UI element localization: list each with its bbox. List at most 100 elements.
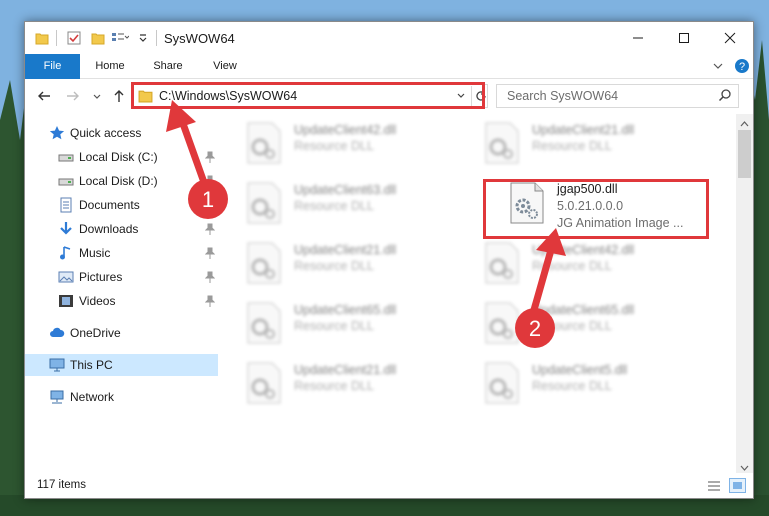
dll-file-icon xyxy=(484,302,520,344)
close-button[interactable] xyxy=(707,22,753,54)
network-icon xyxy=(49,389,65,405)
minimize-button[interactable] xyxy=(615,22,661,54)
computer-icon xyxy=(49,357,65,373)
tab-view[interactable]: View xyxy=(200,54,250,79)
file-name: UpdateClient65.dll xyxy=(294,303,397,317)
file-tile[interactable]: UpdateClient42.dll Resource DLL xyxy=(219,114,449,170)
file-description: Resource DLL xyxy=(532,139,612,153)
drive-icon xyxy=(58,173,74,189)
search-box[interactable]: Search SysWOW64 xyxy=(496,84,739,108)
recent-locations-button[interactable] xyxy=(87,86,107,106)
file-name: UpdateClient21.dll xyxy=(294,363,397,377)
download-icon xyxy=(58,221,74,237)
sidebar-item-onedrive[interactable]: OneDrive xyxy=(25,322,218,344)
expand-ribbon-icon[interactable] xyxy=(712,60,724,75)
customize-toolbar-icon[interactable] xyxy=(138,31,148,48)
sidebar-item-label: Music xyxy=(79,246,111,260)
sidebar-item-quick-access[interactable]: Quick access xyxy=(25,122,218,144)
file-name: UpdateClient65.dll xyxy=(532,303,635,317)
properties-icon[interactable] xyxy=(67,31,81,48)
file-tile[interactable]: UpdateClient5.dll Resource DLL xyxy=(457,354,687,410)
separator xyxy=(156,30,157,46)
pin-icon[interactable] xyxy=(204,295,216,310)
large-icons-view-icon[interactable] xyxy=(729,478,746,493)
search-icon[interactable] xyxy=(718,88,732,105)
dll-file-icon xyxy=(484,242,520,284)
file-tile[interactable]: UpdateClient42.dll Resource DLL xyxy=(457,234,687,290)
dll-file-icon xyxy=(246,302,282,344)
drive-icon xyxy=(58,149,74,165)
file-description: Resource DLL xyxy=(294,319,374,333)
file-description: Resource DLL xyxy=(532,379,612,393)
dll-file-icon xyxy=(246,182,282,224)
maximize-button[interactable] xyxy=(661,22,707,54)
star-icon xyxy=(49,125,65,141)
documents-icon xyxy=(58,197,74,213)
file-description: Resource DLL xyxy=(532,259,612,273)
up-button[interactable] xyxy=(109,86,129,106)
file-name: UpdateClient63.dll xyxy=(294,183,397,197)
file-tile[interactable]: UpdateClient65.dll Resource DLL xyxy=(219,294,449,350)
sidebar-item-videos[interactable]: Videos xyxy=(25,290,218,312)
back-button[interactable] xyxy=(34,86,54,106)
videos-icon xyxy=(58,293,74,309)
file-tile[interactable]: UpdateClient63.dll Resource DLL xyxy=(219,174,449,230)
dll-file-icon xyxy=(246,362,282,404)
sidebar-item-music[interactable]: Music xyxy=(25,242,218,264)
tab-home[interactable]: Home xyxy=(85,54,135,79)
music-icon xyxy=(58,245,74,261)
sidebar-item-network[interactable]: Network xyxy=(25,386,218,408)
sidebar-item-local-disk-d[interactable]: Local Disk (D:) xyxy=(25,170,218,192)
pin-icon[interactable] xyxy=(204,247,216,262)
details-view-icon[interactable] xyxy=(707,479,721,496)
window-title: SysWOW64 xyxy=(164,31,235,46)
status-bar: 117 items xyxy=(25,474,753,498)
file-tile[interactable]: UpdateClient21.dll Resource DLL xyxy=(219,234,449,290)
dll-file-icon xyxy=(484,122,520,164)
address-highlight-box xyxy=(131,82,485,109)
sidebar-item-label: Quick access xyxy=(70,126,142,140)
vertical-scrollbar[interactable] xyxy=(736,114,753,473)
sidebar-item-label: Documents xyxy=(79,198,140,212)
sidebar-item-this-pc[interactable]: This PC xyxy=(25,354,218,376)
pin-icon[interactable] xyxy=(204,175,216,190)
sidebar-item-label: Local Disk (C:) xyxy=(79,150,158,164)
file-description: Resource DLL xyxy=(294,379,374,393)
cloud-icon xyxy=(49,325,65,341)
file-name: UpdateClient21.dll xyxy=(532,123,635,137)
sidebar-item-local-disk-c[interactable]: Local Disk (C:) xyxy=(25,146,218,168)
new-folder-icon[interactable] xyxy=(91,31,105,48)
dll-file-icon xyxy=(484,362,520,404)
file-description: Resource DLL xyxy=(294,199,374,213)
tab-share[interactable]: Share xyxy=(143,54,193,79)
pin-icon[interactable] xyxy=(204,271,216,286)
pin-icon[interactable] xyxy=(204,151,216,166)
forward-button[interactable] xyxy=(63,86,83,106)
dll-file-icon xyxy=(246,242,282,284)
file-tile[interactable]: UpdateClient21.dll Resource DLL xyxy=(219,354,449,410)
file-tile[interactable]: UpdateClient21.dll Resource DLL xyxy=(457,114,687,170)
sidebar-item-downloads[interactable]: Downloads xyxy=(25,218,218,240)
sidebar-item-label: OneDrive xyxy=(70,326,121,340)
scroll-down-icon[interactable] xyxy=(740,461,749,475)
separator xyxy=(56,30,57,46)
help-icon[interactable]: ? xyxy=(734,58,750,77)
pin-icon[interactable] xyxy=(204,223,216,238)
pictures-icon xyxy=(58,269,74,285)
scroll-up-icon[interactable] xyxy=(740,117,749,131)
ribbon: File Home Share View ? xyxy=(25,54,753,79)
file-description: Resource DLL xyxy=(294,139,374,153)
view-options-icon[interactable] xyxy=(111,31,130,48)
sidebar-item-pictures[interactable]: Pictures xyxy=(25,266,218,288)
tab-file[interactable]: File xyxy=(25,54,80,79)
navigation-pane: Quick access Local Disk (C:) Local Disk … xyxy=(25,118,218,470)
search-input[interactable]: Search SysWOW64 xyxy=(507,89,618,103)
sidebar-item-label: Pictures xyxy=(79,270,123,284)
scroll-thumb[interactable] xyxy=(738,130,751,178)
pin-icon[interactable] xyxy=(204,199,216,214)
file-description: Resource DLL xyxy=(532,319,612,333)
folder-icon xyxy=(35,31,49,48)
item-count: 117 items xyxy=(37,479,87,491)
sidebar-item-documents[interactable]: Documents xyxy=(25,194,218,216)
file-tile[interactable]: UpdateClient65.dll Resource DLL xyxy=(457,294,687,350)
